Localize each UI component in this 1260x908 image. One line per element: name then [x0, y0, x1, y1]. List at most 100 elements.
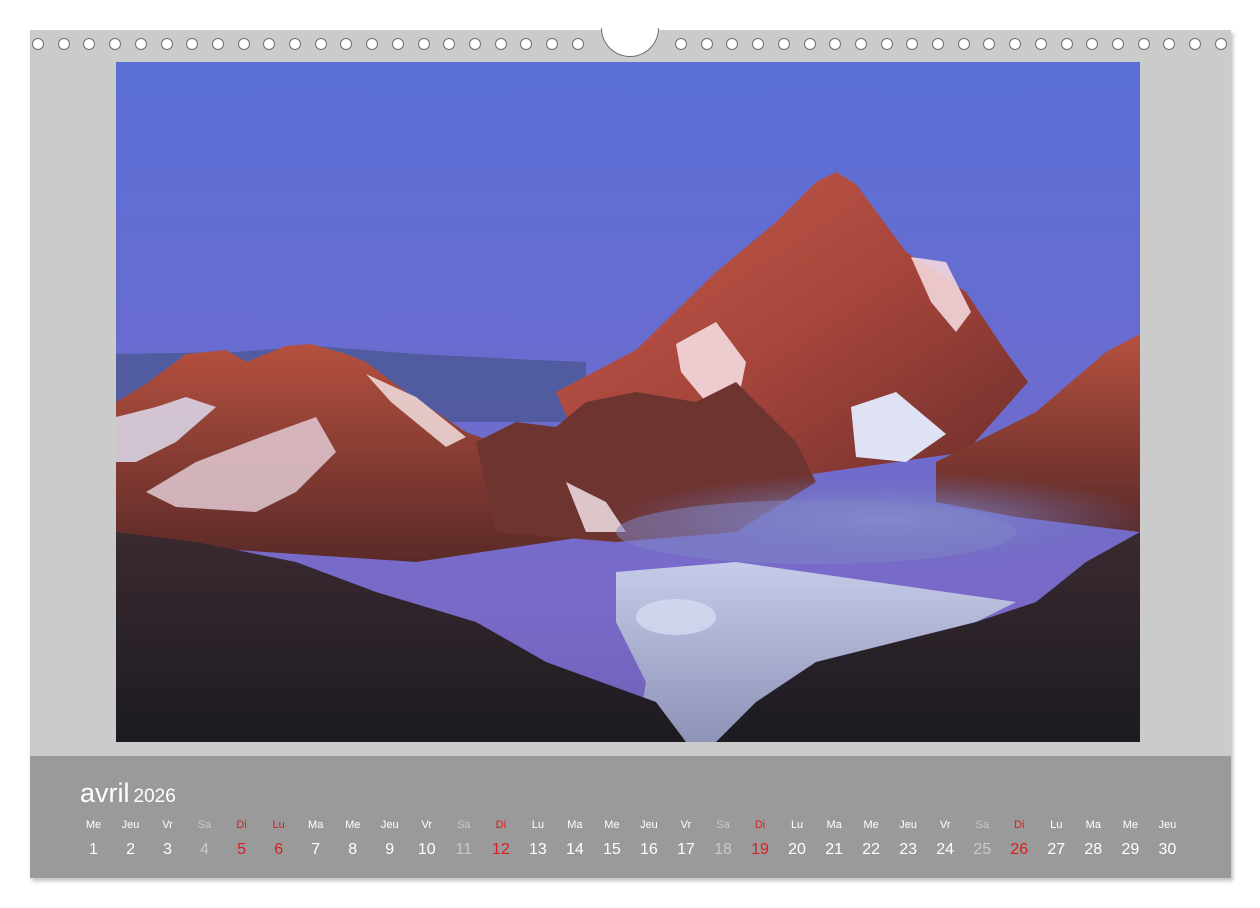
binding-hole: [1034, 38, 1047, 50]
day-number: 1: [89, 841, 98, 858]
weekday-label: Jeu: [1158, 819, 1177, 831]
binding-hole: [494, 38, 507, 50]
mountain-photo: [116, 62, 1140, 742]
binding-hole: [391, 38, 404, 50]
binding-hole: [160, 38, 173, 50]
binding-hole: [237, 38, 250, 50]
weekday-label: Vr: [939, 819, 951, 831]
binding-hole: [752, 38, 765, 50]
calendar-page: avril 2026 Me 1 Jeu 2 Vr 3 Sa 4 Di 5 Lu 6 Ma 7 Me 8 Jeu 9 V…: [30, 28, 1231, 878]
day-number: 12: [491, 841, 510, 858]
month-name: avril: [80, 778, 130, 808]
weekday-label: Me: [604, 819, 620, 831]
weekday-label: Ma: [1085, 819, 1101, 831]
binding-hole: [932, 38, 944, 50]
year: 2026: [133, 786, 176, 807]
binding-hole: [803, 38, 816, 50]
day-cell: Jeu 30: [1149, 818, 1186, 860]
binding-hole: [468, 38, 481, 50]
binding-hole: [777, 38, 790, 50]
weekday-label: Vr: [162, 819, 173, 831]
day-cell: Sa 25: [964, 818, 1001, 860]
day-cell: Ma 7: [297, 818, 334, 860]
day-number: 16: [640, 841, 658, 858]
day-cell: Sa 11: [445, 818, 482, 860]
binding-hole: [32, 38, 44, 50]
day-cell: Me 8: [334, 818, 371, 860]
day-cell: Lu 6: [260, 818, 297, 860]
day-cell: Sa 4: [186, 818, 223, 860]
binding-hole: [186, 38, 199, 50]
binding-hole: [520, 38, 533, 50]
weekday-label: Sa: [975, 819, 989, 831]
weekday-label: Sa: [457, 819, 471, 831]
day-cell: Di 26: [1001, 818, 1038, 860]
day-cell: Jeu 23: [890, 818, 927, 860]
weekday-label: Sa: [197, 819, 212, 831]
day-number: 11: [455, 841, 473, 858]
binding-hole: [726, 38, 739, 50]
weekday-label: Ma: [826, 819, 842, 831]
day-number: 9: [385, 841, 395, 858]
binding-hole: [829, 38, 842, 50]
weekday-label: Lu: [272, 819, 285, 831]
binding-hole: [340, 38, 353, 50]
binding-hole: [417, 38, 430, 50]
binding-hole: [263, 38, 276, 50]
day-number: 10: [417, 841, 436, 858]
binding-hole: [1086, 38, 1099, 50]
day-number: 8: [348, 841, 358, 858]
weekday-label: Di: [754, 819, 766, 831]
day-number: 17: [677, 841, 695, 858]
day-number: 7: [311, 841, 321, 858]
day-number: 27: [1047, 841, 1066, 858]
day-number: 24: [936, 841, 955, 858]
binding-hole: [906, 38, 919, 50]
weekday-label: Lu: [1050, 819, 1063, 831]
day-number: 22: [862, 841, 881, 858]
month-bar: avril 2026 Me 1 Jeu 2 Vr 3 Sa 4 Di 5 Lu 6 Ma 7 Me 8 Jeu 9 V…: [30, 756, 1231, 878]
weekday-label: Ma: [308, 819, 324, 831]
day-cell: Jeu 9: [371, 818, 408, 860]
day-cell: Lu 27: [1038, 818, 1075, 860]
day-number: 28: [1084, 841, 1103, 858]
day-cell: Di 19: [742, 818, 779, 860]
binding-hole: [443, 38, 456, 50]
weekday-label: Vr: [680, 819, 692, 831]
day-number: 6: [274, 841, 284, 858]
day-cell: Me 29: [1112, 818, 1149, 860]
binding-hole: [1189, 38, 1201, 50]
day-number: 14: [565, 841, 584, 858]
weekday-label: Lu: [790, 819, 804, 831]
weekday-label: Ma: [567, 819, 583, 831]
day-cell: Me 15: [593, 818, 630, 860]
binding-hole: [854, 38, 867, 50]
binding-hole: [211, 38, 224, 50]
binding-hole: [957, 38, 970, 50]
day-cell: Lu 13: [519, 818, 556, 860]
weekday-label: Me: [85, 819, 102, 831]
binding-hole: [1163, 38, 1176, 50]
binding-hole: [675, 38, 687, 50]
binding-hole: [366, 38, 379, 50]
weekday-label: Di: [236, 819, 247, 831]
binding-hole: [289, 38, 301, 50]
day-cell: Sa 18: [705, 818, 742, 860]
day-number: 20: [788, 841, 806, 858]
day-cell: Ma 28: [1075, 818, 1112, 860]
day-number: 25: [973, 841, 992, 858]
day-number: 30: [1158, 841, 1177, 858]
day-number: 29: [1121, 841, 1140, 858]
day-number: 15: [603, 841, 621, 858]
binding-hole: [1137, 38, 1150, 50]
day-cell: Jeu 2: [112, 818, 149, 860]
day-cell: Lu 20: [779, 818, 816, 860]
day-cell: Vr 3: [149, 818, 186, 860]
weekday-label: Jeu: [380, 819, 399, 831]
weekday-label: Jeu: [640, 819, 658, 831]
day-number: 19: [751, 841, 769, 858]
weekday-label: Sa: [716, 819, 730, 831]
binding-hole: [57, 38, 70, 50]
day-number: 5: [237, 841, 247, 858]
day-number: 21: [825, 841, 843, 858]
